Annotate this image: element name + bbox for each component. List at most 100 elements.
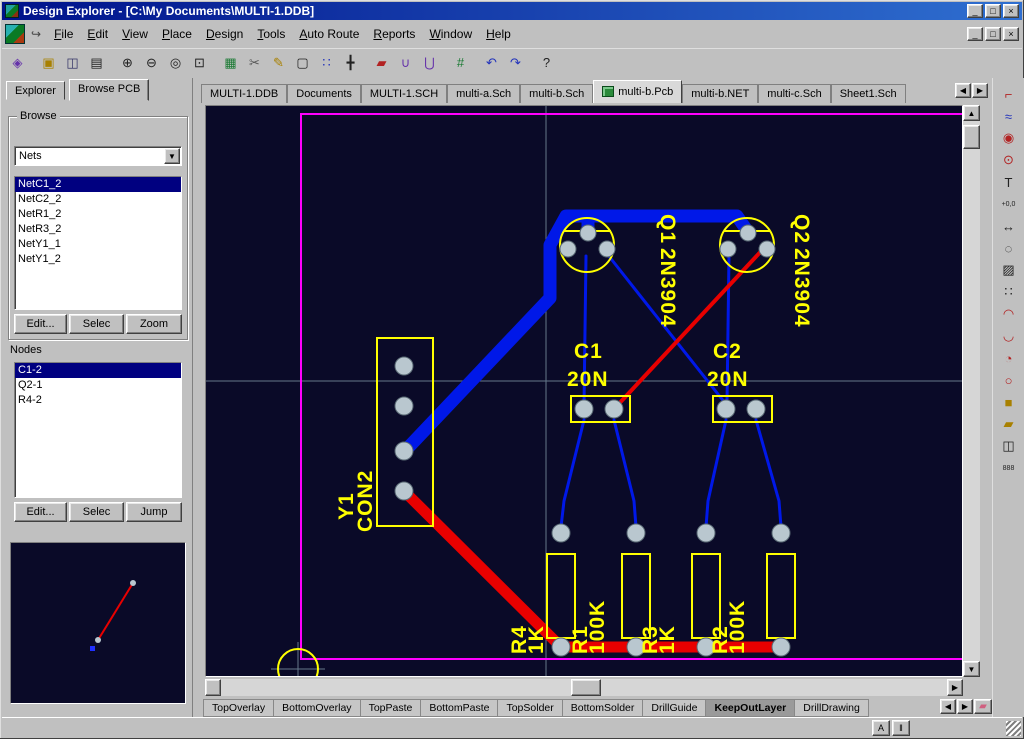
- zoom-net-button[interactable]: Zoom: [126, 314, 182, 334]
- comment-r2[interactable]: 100K: [726, 600, 749, 654]
- maximize-button[interactable]: □: [985, 4, 1001, 18]
- list-item-net[interactable]: NetR1_2: [15, 207, 181, 222]
- comment-c2[interactable]: 20N: [707, 368, 749, 391]
- deselect-icon[interactable]: ∷: [315, 52, 338, 74]
- doc-tab[interactable]: multi-b.Sch: [520, 84, 593, 103]
- pad[interactable]: [599, 241, 615, 257]
- select-node-button[interactable]: Selec: [69, 502, 124, 522]
- move-icon[interactable]: ╋: [339, 52, 362, 74]
- comment-y1[interactable]: CON2: [354, 470, 377, 532]
- pad[interactable]: [552, 638, 570, 656]
- edit-node-button[interactable]: Edit...: [14, 502, 67, 522]
- menu-help[interactable]: Help: [479, 24, 518, 44]
- place-connector-icon[interactable]: 888: [997, 458, 1021, 478]
- zoom-out-icon[interactable]: ⊖: [140, 52, 163, 74]
- place-room-icon[interactable]: ◌: [997, 238, 1021, 258]
- place-dimension-icon[interactable]: ↔: [997, 216, 1021, 236]
- place-fill-icon[interactable]: ■: [997, 392, 1021, 412]
- list-item-node[interactable]: R4-2: [15, 393, 181, 408]
- mdi-maximize-button[interactable]: □: [985, 27, 1001, 41]
- panels-toggle-icon[interactable]: ‖: [892, 720, 910, 736]
- knife-icon[interactable]: ✂: [243, 52, 266, 74]
- tab-browse-pcb[interactable]: Browse PCB: [69, 79, 149, 101]
- menu-auto-route[interactable]: Auto Route: [292, 24, 366, 44]
- design-manager-icon[interactable]: ◈: [6, 52, 29, 74]
- menu-view[interactable]: View: [115, 24, 155, 44]
- place-arc-edge-icon[interactable]: ◠: [997, 304, 1021, 324]
- doc-tab[interactable]: MULTI-1.DDB: [201, 84, 287, 103]
- board-preview[interactable]: [10, 542, 186, 704]
- horizontal-scrollbar[interactable]: ▶: [205, 679, 963, 696]
- scroll-up-icon[interactable]: ▲: [963, 105, 980, 121]
- comment-r1[interactable]: 100K: [586, 600, 609, 654]
- layer-tab-bottompaste[interactable]: BottomPaste: [421, 699, 498, 717]
- highlight-net-icon[interactable]: ▰: [370, 52, 393, 74]
- select-area-icon[interactable]: ▢: [291, 52, 314, 74]
- pad[interactable]: [395, 482, 413, 500]
- layer-tab-toppaste[interactable]: TopPaste: [361, 699, 422, 717]
- comment-q2[interactable]: 2N3904: [790, 248, 813, 328]
- horizontal-scroll-thumb[interactable]: [571, 679, 601, 696]
- mdi-minimize-button[interactable]: _: [967, 27, 983, 41]
- comment-r4[interactable]: 1K: [525, 625, 548, 654]
- list-item-net[interactable]: NetC1_2: [15, 177, 181, 192]
- menu-window[interactable]: Window: [422, 24, 479, 44]
- pad[interactable]: [395, 397, 413, 415]
- pad[interactable]: [580, 225, 596, 241]
- menu-design[interactable]: Design: [199, 24, 250, 44]
- pad[interactable]: [605, 400, 623, 418]
- place-split-plane-icon[interactable]: ◫: [997, 436, 1021, 456]
- list-item-net[interactable]: NetY1_1: [15, 237, 181, 252]
- comment-c1[interactable]: 20N: [567, 368, 609, 391]
- nets-list[interactable]: NetC1_2 NetC2_2 NetR1_2 NetR3_2 NetY1_1 …: [14, 176, 182, 310]
- designator-q2[interactable]: Q2: [790, 214, 813, 244]
- zoom-area-icon[interactable]: ⊡: [188, 52, 211, 74]
- place-track-icon[interactable]: ⌐: [997, 84, 1021, 104]
- doc-tab[interactable]: multi-c.Sch: [758, 84, 830, 103]
- menu-edit[interactable]: Edit: [80, 24, 115, 44]
- place-via-icon[interactable]: ◉: [997, 128, 1021, 148]
- tab-scroll-left-icon[interactable]: ◀: [955, 83, 971, 98]
- tab-scroll-right-icon[interactable]: ▶: [972, 83, 988, 98]
- layer-tab-bottomoverlay[interactable]: BottomOverlay: [274, 699, 360, 717]
- doc-tab[interactable]: Documents: [287, 84, 361, 103]
- pad[interactable]: [627, 524, 645, 542]
- zoom-all-icon[interactable]: ◎: [164, 52, 187, 74]
- select-net-button[interactable]: Selec: [69, 314, 124, 334]
- place-string-icon[interactable]: T: [997, 172, 1021, 192]
- layer-tab-keepoutlayer[interactable]: KeepOutLayer: [706, 699, 795, 717]
- redo-icon[interactable]: ↷: [504, 52, 527, 74]
- resize-grip[interactable]: [1006, 721, 1021, 736]
- pad[interactable]: [747, 400, 765, 418]
- print-icon[interactable]: ▤: [85, 52, 108, 74]
- pad[interactable]: [552, 524, 570, 542]
- doc-tab[interactable]: multi-a.Sch: [447, 84, 520, 103]
- pad[interactable]: [395, 357, 413, 375]
- layer-config-icon[interactable]: ▰: [974, 699, 992, 714]
- layer-tab-drilldrawing[interactable]: DrillDrawing: [795, 699, 869, 717]
- doc-tab[interactable]: Sheet1.Sch: [831, 84, 906, 103]
- clear-mask-icon[interactable]: ⋃: [418, 52, 441, 74]
- comment-r3[interactable]: 1K: [656, 625, 679, 654]
- undo-icon[interactable]: ↶: [480, 52, 503, 74]
- edit-net-button[interactable]: Edit...: [14, 314, 67, 334]
- pad[interactable]: [697, 524, 715, 542]
- close-button[interactable]: ×: [1003, 4, 1019, 18]
- jump-node-button[interactable]: Jump: [126, 502, 182, 522]
- vertical-scrollbar[interactable]: ▲ ▼: [963, 105, 980, 677]
- scroll-left-icon[interactable]: [205, 679, 221, 696]
- list-item-net[interactable]: NetC2_2: [15, 192, 181, 207]
- place-coordinate-icon[interactable]: +0,0: [997, 194, 1021, 214]
- browse-mode-dropdown[interactable]: Nets ▼: [14, 146, 182, 166]
- layer-tab-topoverlay[interactable]: TopOverlay: [203, 699, 274, 717]
- layer-scroll-right-icon[interactable]: ▶: [957, 699, 973, 714]
- doc-tab[interactable]: MULTI-1.SCH: [361, 84, 447, 103]
- place-array-icon[interactable]: ∷: [997, 282, 1021, 302]
- pad[interactable]: [772, 524, 790, 542]
- pcb-canvas[interactable]: Q1 2N3904 Q2 2N3904 C1 20N C2 20N Y1 CON…: [205, 105, 963, 677]
- doc-tab-active[interactable]: multi-b.Pcb: [593, 80, 682, 103]
- pad[interactable]: [395, 442, 413, 460]
- list-item-node[interactable]: C1-2: [15, 363, 181, 378]
- list-item-net[interactable]: NetR3_2: [15, 222, 181, 237]
- layer-tab-drillguide[interactable]: DrillGuide: [643, 699, 706, 717]
